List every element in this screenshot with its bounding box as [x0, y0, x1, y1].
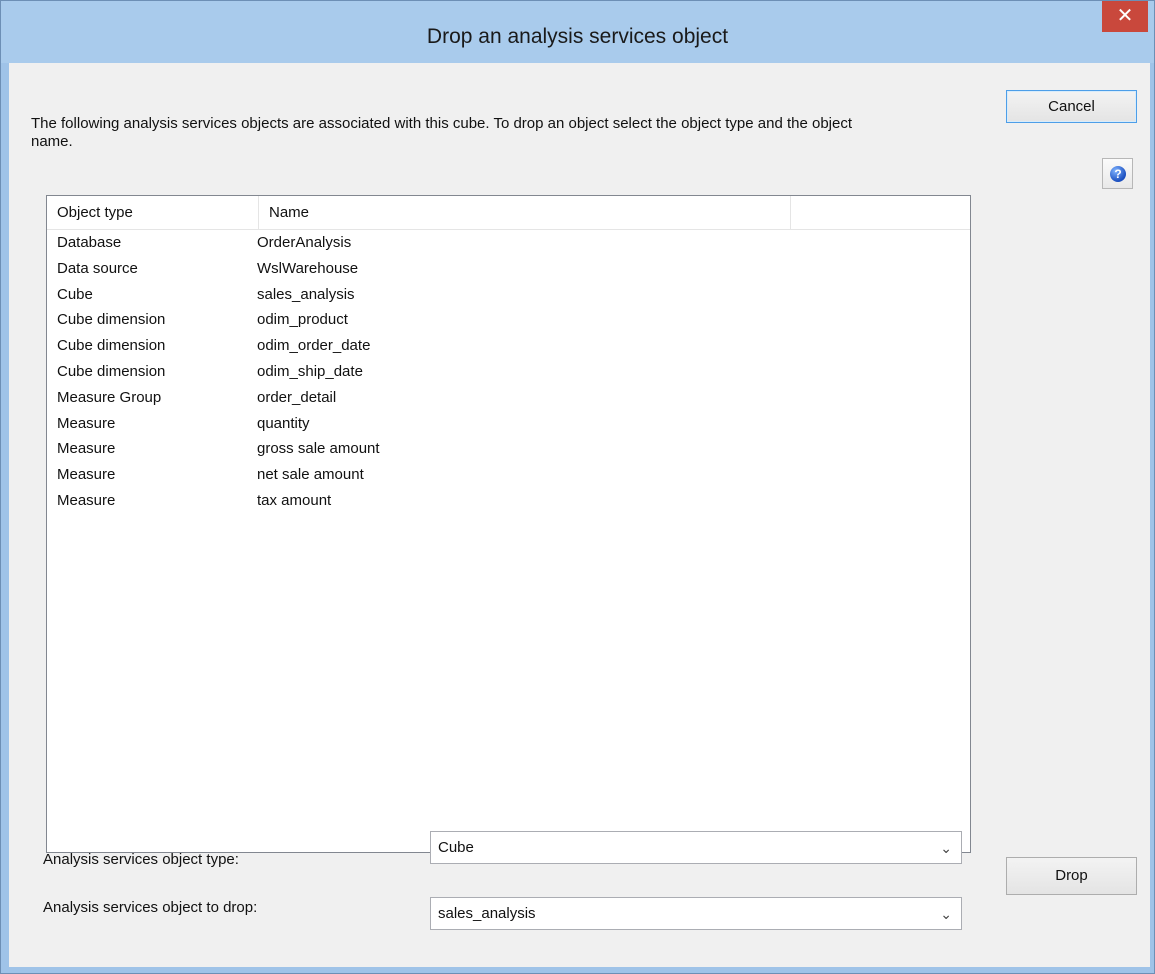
dialog-body: The following analysis services objects …: [9, 63, 1150, 967]
close-button[interactable]: ✕: [1102, 1, 1148, 32]
object-type-cell: Cube dimension: [57, 311, 166, 329]
object-type-cell: Data source: [57, 259, 138, 277]
column-header-name[interactable]: Name: [259, 196, 791, 229]
list-item[interactable]: Cube dimension odim_order_date: [47, 333, 970, 359]
list-item[interactable]: Data source WslWarehouse: [47, 256, 970, 282]
list-item[interactable]: Cube sales_analysis: [47, 282, 970, 308]
list-header: Object type Name: [47, 196, 970, 230]
list-rows: Database OrderAnalysis Data source WslWare…: [47, 230, 970, 514]
object-to-drop-value: sales_analysis: [438, 905, 536, 922]
object-name-cell: net sale amount: [257, 466, 364, 484]
object-name-cell: OrderAnalysis: [257, 234, 352, 251]
object-type-cell: Measure: [57, 466, 116, 484]
object-type-cell: Cube: [57, 285, 93, 303]
instructions-text: The following analysis services objects …: [31, 115, 853, 150]
object-type-cell: Measure Group: [57, 388, 162, 406]
list-item[interactable]: Measure tax amount: [47, 488, 970, 514]
object-name-cell: tax amount: [257, 491, 332, 509]
column-header-empty[interactable]: [791, 196, 970, 229]
object-type-cell: Measure: [57, 414, 116, 432]
objects-list[interactable]: Object type Name Database OrderAnalysis D…: [46, 195, 971, 853]
column-header-object-type[interactable]: Object type: [47, 196, 259, 229]
drop-button[interactable]: Drop: [1006, 857, 1137, 895]
object-to-drop-select[interactable]: sales_analysis ⌄: [430, 897, 962, 930]
title-bar[interactable]: Drop an analysis services object ✕: [1, 1, 1154, 63]
help-icon: ?: [1110, 166, 1126, 182]
object-name-cell: odim_ship_date: [257, 362, 363, 380]
object-name-cell: order_detail: [257, 388, 337, 406]
object-type-cell: Cube dimension: [57, 362, 166, 380]
object-to-drop-label: Analysis services object to drop:: [43, 899, 258, 916]
list-item[interactable]: Measure Group order_detail: [47, 385, 970, 411]
list-item[interactable]: Cube dimension odim_ship_date: [47, 359, 970, 385]
object-type-cell: Cube dimension: [57, 337, 166, 355]
object-name-cell: sales_analysis: [257, 285, 355, 303]
list-item[interactable]: Database OrderAnalysis: [47, 230, 970, 256]
object-type-select[interactable]: Cube ⌄: [430, 831, 962, 864]
list-item[interactable]: Cube dimension odim_product: [47, 307, 970, 333]
close-icon: ✕: [1116, 5, 1134, 27]
help-button[interactable]: ?: [1102, 158, 1133, 189]
object-name-cell: quantity: [257, 414, 310, 432]
object-type-value: Cube: [438, 839, 474, 856]
object-type-cell: Measure: [57, 440, 116, 458]
chevron-down-icon[interactable]: ⌄: [940, 898, 952, 931]
window-title: Drop an analysis services object: [426, 25, 729, 48]
list-item[interactable]: Measure quantity: [47, 411, 970, 437]
object-type-cell: Measure: [57, 491, 116, 509]
object-name-cell: odim_product: [257, 311, 348, 329]
list-item[interactable]: Measure net sale amount: [47, 462, 970, 488]
object-type-cell: Database: [57, 234, 122, 251]
cancel-button[interactable]: Cancel: [1006, 90, 1137, 123]
chevron-down-icon[interactable]: ⌄: [940, 832, 952, 865]
object-name-cell: gross sale amount: [257, 440, 380, 458]
object-name-cell: WslWarehouse: [257, 259, 359, 277]
list-item[interactable]: Measure gross sale amount: [47, 436, 970, 462]
object-type-label: Analysis services object type:: [43, 851, 239, 868]
dialog-window: Drop an analysis services object ✕ The f…: [0, 0, 1155, 974]
object-name-cell: odim_order_date: [257, 337, 371, 355]
